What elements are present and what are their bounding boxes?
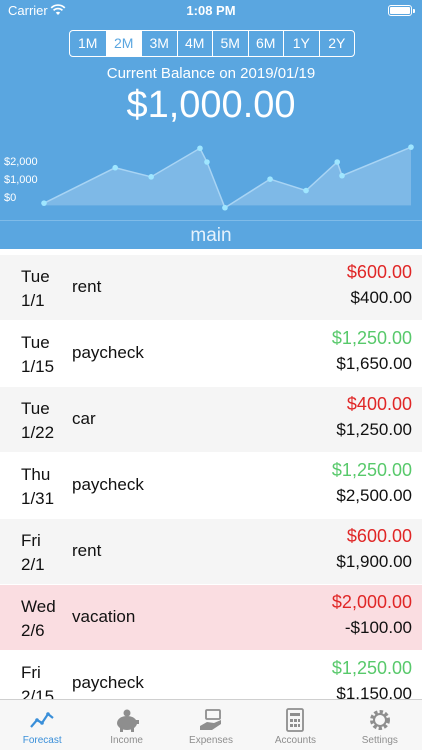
transaction-amount: $400.00 (346, 394, 412, 414)
weekday: Thu (21, 465, 51, 484)
range-option-6m[interactable]: 6M (247, 31, 284, 56)
transaction-date: Thu 1/31 (21, 463, 54, 511)
weekday: Tue (21, 333, 50, 352)
trend-chart-icon (30, 712, 54, 728)
chart-point (204, 159, 210, 165)
chart-point (112, 164, 118, 171)
ledger-icon (286, 708, 305, 732)
transaction-amount: $1,250.00 (331, 328, 412, 348)
transaction-date: Tue 1/1 (21, 265, 50, 313)
weekday: Tue (21, 267, 50, 286)
header-panel: Carrier 1:08 PM 1M 2M 3M 4M 5M 6M 1Y 2Y Current… (0, 0, 422, 249)
transaction-row[interactable]: Tue 1/1 rent $600.00 $400.00 (0, 255, 422, 321)
payee: car (72, 409, 96, 428)
status-time: 1:08 PM (186, 3, 236, 18)
range-option-2y[interactable]: 2Y (318, 31, 355, 56)
gear-icon (369, 710, 390, 730)
chart-point (197, 145, 203, 152)
battery-icon (388, 5, 415, 16)
tab-expenses[interactable]: Expenses (169, 700, 253, 750)
running-balance: $400.00 (350, 288, 412, 307)
piggy-bank-icon (116, 709, 139, 732)
weekday: Fri (21, 531, 41, 550)
payee: paycheck (72, 343, 144, 362)
tab-settings[interactable]: Settings (338, 700, 422, 750)
transaction-date: Wed 2/6 (21, 595, 56, 643)
date: 1/22 (21, 423, 55, 442)
chart-point (408, 144, 414, 150)
status-bar: Carrier 1:08 PM (0, 0, 422, 22)
weekday: Fri (21, 663, 41, 682)
chart-point (148, 174, 154, 180)
transaction-amount: $1,250.00 (331, 460, 412, 480)
range-segmented-control: 1M 2M 3M 4M 5M 6M 1Y 2Y (69, 30, 355, 57)
payee: vacation (72, 607, 136, 626)
weekday: Wed (21, 597, 56, 616)
range-option-1y[interactable]: 1Y (283, 31, 319, 56)
date: 1/15 (21, 357, 55, 376)
chart-point (222, 204, 228, 211)
running-balance: $2,500.00 (336, 486, 412, 505)
transaction-row[interactable]: Fri 2/15 paycheck $1,250.00 $1,150.00 (0, 651, 422, 699)
account-selector[interactable]: main (0, 220, 422, 249)
payee: rent (72, 277, 102, 296)
tab-forecast[interactable]: Forecast (0, 700, 84, 750)
tab-bar: Forecast Income Expenses Accounts Settings (0, 699, 422, 750)
running-balance: $1,900.00 (336, 552, 412, 571)
running-balance: $1,250.00 (336, 420, 412, 439)
date: 2/6 (21, 621, 45, 640)
tab-label: Expenses (189, 735, 233, 746)
transaction-amount: $600.00 (346, 262, 412, 282)
transaction-date: Tue 1/22 (21, 397, 54, 445)
transaction-date: Fri 2/1 (21, 529, 45, 577)
chart-point (339, 172, 345, 179)
transaction-amount: $2,000.00 (331, 592, 412, 612)
chart-area (44, 147, 411, 208)
transaction-row[interactable]: Wed 2/6 vacation $2,000.00 -$100.00 (0, 585, 422, 651)
payee: rent (72, 541, 102, 560)
tab-label: Income (110, 735, 143, 746)
range-option-5m[interactable]: 5M (212, 31, 248, 56)
transaction-amount: $600.00 (346, 526, 412, 546)
date: 1/31 (21, 489, 55, 508)
date: 2/15 (21, 687, 55, 699)
transaction-row[interactable]: Tue 1/15 paycheck $1,250.00 $1,650.00 (0, 321, 422, 387)
tab-label: Forecast (22, 735, 62, 746)
money-hand-icon (200, 709, 222, 730)
running-balance: $1,150.00 (336, 684, 412, 699)
range-option-1m[interactable]: 1M (70, 31, 106, 56)
chart-point (267, 176, 273, 182)
transaction-row[interactable]: Fri 2/1 rent $600.00 $1,900.00 (0, 519, 422, 585)
range-option-4m[interactable]: 4M (176, 31, 213, 56)
range-option-3m[interactable]: 3M (141, 31, 177, 56)
date: 1/1 (21, 291, 45, 310)
transaction-list[interactable]: Tue 1/1 rent $600.00 $400.00 Tue 1/15 paycheck $… (0, 255, 422, 699)
transaction-row[interactable]: Tue 1/22 car $400.00 $1,250.00 (0, 387, 422, 453)
running-balance: $1,650.00 (336, 354, 412, 373)
payee: paycheck (72, 673, 144, 692)
date: 2/1 (21, 555, 45, 574)
range-option-2m[interactable]: 2M (105, 31, 141, 56)
chart-plot (41, 144, 414, 211)
transaction-amount: $1,250.00 (331, 658, 412, 678)
balance-forecast-chart[interactable]: $2,000 $1,000 $0 (0, 140, 422, 215)
tab-label: Accounts (274, 735, 316, 746)
balance-label: Current Balance on 2019/01/19 (106, 65, 316, 82)
transaction-row[interactable]: Thu 1/31 paycheck $1,250.00 $2,500.00 (0, 453, 422, 519)
transaction-date: Tue 1/15 (21, 331, 54, 379)
transaction-date: Fri 2/15 (21, 661, 54, 699)
tab-label: Settings (361, 735, 398, 746)
balance-value: $1,000.00 (126, 84, 296, 126)
payee: paycheck (72, 475, 144, 494)
running-balance: -$100.00 (344, 618, 412, 637)
tab-income[interactable]: Income (84, 700, 168, 750)
chart-point (334, 159, 341, 165)
chart-point (303, 187, 309, 194)
weekday: Tue (21, 399, 50, 418)
chart-point (41, 200, 47, 206)
tab-accounts[interactable]: Accounts (253, 700, 337, 750)
